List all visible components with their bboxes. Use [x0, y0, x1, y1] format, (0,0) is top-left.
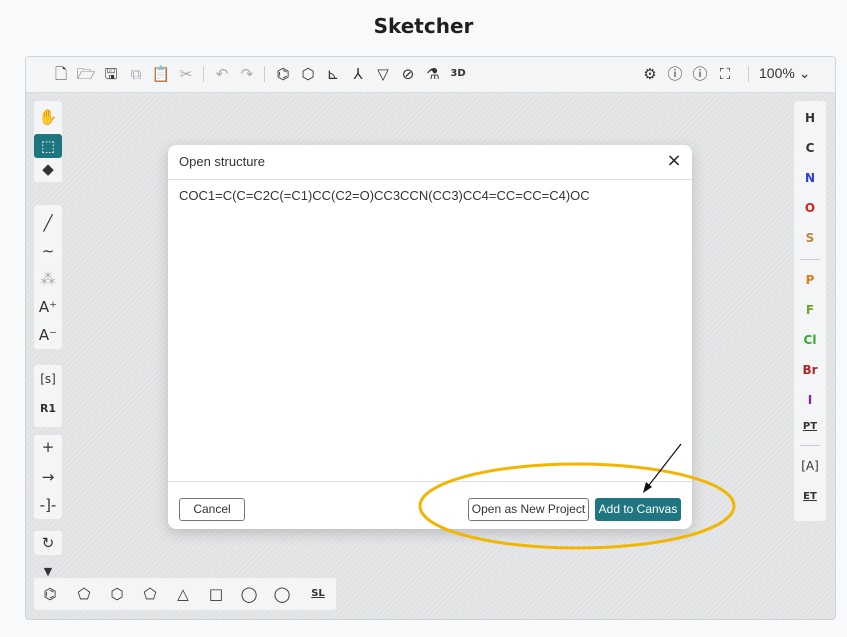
- chain-icon[interactable]: ∼: [34, 239, 62, 263]
- element-H[interactable]: H: [794, 111, 826, 125]
- calculate-icon[interactable]: ⚗: [423, 63, 443, 85]
- rgroup-icon[interactable]: ⁂: [34, 267, 62, 291]
- cycloheptane-icon[interactable]: ◯: [237, 582, 261, 606]
- bracket-icon[interactable]: -]-: [34, 493, 62, 517]
- element-S[interactable]: S: [794, 231, 826, 245]
- redo-icon[interactable]: ↷: [237, 63, 257, 85]
- charge-minus-icon[interactable]: A⁻: [34, 323, 62, 347]
- cyclohexane-icon[interactable]: ⬡: [105, 582, 129, 606]
- page-title: Sketcher: [373, 14, 474, 38]
- charge-plus-icon[interactable]: A⁺: [34, 295, 62, 319]
- template-bar: ⌬ ⬠ ⬡ ⬠ △ □ ◯ ◯ SL: [34, 578, 336, 610]
- chevron-down-icon: ⌄: [798, 65, 811, 81]
- dialog-title: Open structure: [179, 154, 265, 169]
- dialog-footer: Cancel Open as New Project Add to Canvas: [168, 481, 692, 530]
- cyclobutane-icon[interactable]: □: [204, 582, 228, 606]
- plus-icon[interactable]: +: [34, 435, 62, 459]
- rgroup-label-icon[interactable]: R1: [34, 397, 62, 421]
- copy-icon[interactable]: ⧉: [126, 63, 146, 85]
- top-toolbar: 🗋 🗁 🖫 ⧉ 📋 ✂ ↶ ↷ ⌬ ⬡ ⊾ ⅄ ▽ ⊘ ⚗ 3D ⚙ ⓘ ⓘ ⛶…: [26, 57, 835, 93]
- element-Br[interactable]: Br: [794, 363, 826, 377]
- layout-icon[interactable]: ⊾: [323, 63, 343, 85]
- open-structure-dialog: Open structure × Cancel Open as New Proj…: [168, 145, 692, 529]
- mapping-icon[interactable]: ▽: [373, 63, 393, 85]
- cyclopentadiene-icon[interactable]: ⬠: [72, 582, 96, 606]
- element-I[interactable]: I: [794, 393, 826, 407]
- left-panel-group-4: + → -]-: [34, 435, 62, 519]
- periodic-table-button[interactable]: PT: [794, 421, 826, 432]
- new-file-icon[interactable]: 🗋: [51, 63, 71, 85]
- sgroup-icon[interactable]: [s]: [34, 367, 62, 391]
- element-C[interactable]: C: [794, 141, 826, 155]
- selection-icon[interactable]: ⬚: [34, 134, 62, 158]
- clean-icon[interactable]: ⬡: [298, 63, 318, 85]
- bond-icon[interactable]: ╱: [34, 211, 62, 235]
- structure-library-icon[interactable]: SL: [306, 582, 330, 606]
- left-panel-group-5: ↻: [34, 531, 62, 555]
- cyclooctane-icon[interactable]: ◯: [270, 582, 294, 606]
- fullscreen-icon[interactable]: ⛶: [715, 63, 735, 85]
- info-icon[interactable]: ⓘ: [690, 63, 710, 85]
- benzene-icon[interactable]: ⌬: [38, 582, 62, 606]
- atom-label-icon[interactable]: [A]: [794, 459, 826, 473]
- 3d-view-icon[interactable]: 3D: [448, 63, 468, 85]
- cyclopropane-icon[interactable]: △: [171, 582, 195, 606]
- zoom-selector[interactable]: 100% ⌄: [759, 65, 810, 82]
- help-icon[interactable]: ⓘ: [665, 63, 685, 85]
- eraser-icon[interactable]: ◆: [34, 157, 62, 181]
- aromatize-icon[interactable]: ⌬: [273, 63, 293, 85]
- save-icon[interactable]: 🖫: [101, 63, 121, 85]
- extended-table-button[interactable]: ET: [794, 491, 826, 502]
- structure-library-label: SL: [311, 588, 325, 599]
- open-file-icon[interactable]: 🗁: [76, 63, 96, 85]
- rotate-icon[interactable]: ↻: [34, 531, 62, 555]
- undo-icon[interactable]: ↶: [212, 63, 232, 85]
- stereo-icon[interactable]: ⅄: [348, 63, 368, 85]
- element-O[interactable]: O: [794, 201, 826, 215]
- dialog-header: Open structure ×: [168, 145, 692, 180]
- hand-icon[interactable]: ✋: [34, 105, 62, 129]
- element-F[interactable]: F: [794, 303, 826, 317]
- left-panel-group-1: ✋ ⬚ ◆: [34, 101, 62, 182]
- add-to-canvas-button[interactable]: Add to Canvas: [595, 498, 681, 521]
- element-Cl[interactable]: Cl: [794, 333, 826, 347]
- close-icon[interactable]: ×: [664, 151, 684, 171]
- element-panel: H C N O S P F Cl Br I PT [A] ET: [794, 101, 826, 521]
- element-P[interactable]: P: [794, 273, 826, 287]
- element-N[interactable]: N: [794, 171, 826, 185]
- arrow-icon[interactable]: →: [34, 465, 62, 489]
- zoom-label: 100%: [759, 65, 795, 81]
- left-panel-group-3: [s] R1: [34, 365, 62, 427]
- paste-icon[interactable]: 📋: [151, 63, 171, 85]
- open-as-new-project-button[interactable]: Open as New Project: [468, 498, 589, 521]
- cyclopentane-icon[interactable]: ⬠: [138, 582, 162, 606]
- cancel-button[interactable]: Cancel: [179, 498, 245, 521]
- check-icon[interactable]: ⊘: [398, 63, 418, 85]
- cut-icon[interactable]: ✂: [176, 63, 196, 85]
- settings-icon[interactable]: ⚙: [640, 63, 660, 85]
- structure-input[interactable]: [176, 186, 682, 476]
- left-panel-group-2: ╱ ∼ ⁂ A⁺ A⁻: [34, 205, 62, 349]
